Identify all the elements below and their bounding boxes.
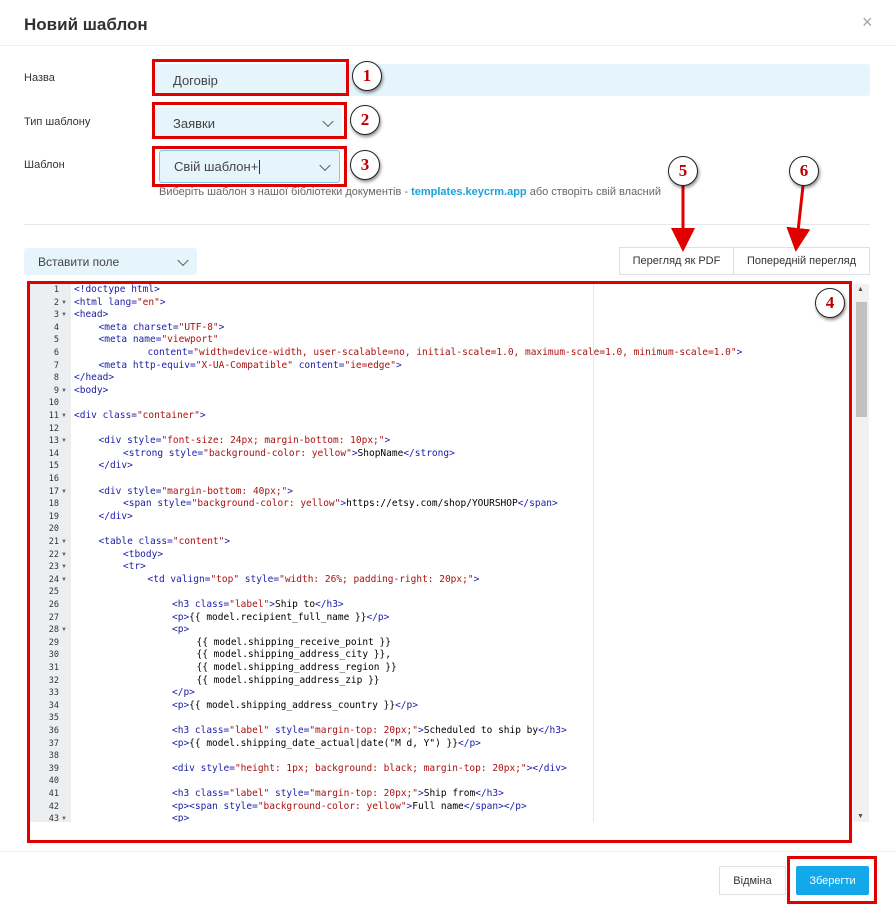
annotation-arrows bbox=[671, 185, 811, 252]
footer-divider bbox=[0, 851, 896, 852]
cancel-button[interactable]: Відміна bbox=[719, 866, 786, 895]
editor-scrollbar[interactable]: ▲ ▼ bbox=[853, 284, 869, 822]
annotation-box-4 bbox=[27, 281, 852, 843]
arrow-6 bbox=[786, 185, 811, 252]
scroll-thumb[interactable] bbox=[856, 302, 867, 417]
annotation-badge-5: 5 bbox=[668, 156, 698, 186]
annotation-box-save bbox=[787, 856, 877, 904]
annotation-badge-6: 6 bbox=[789, 156, 819, 186]
scroll-down-icon[interactable]: ▼ bbox=[857, 813, 864, 820]
annotation-badge-4: 4 bbox=[815, 288, 845, 318]
scroll-up-icon[interactable]: ▲ bbox=[857, 286, 864, 293]
